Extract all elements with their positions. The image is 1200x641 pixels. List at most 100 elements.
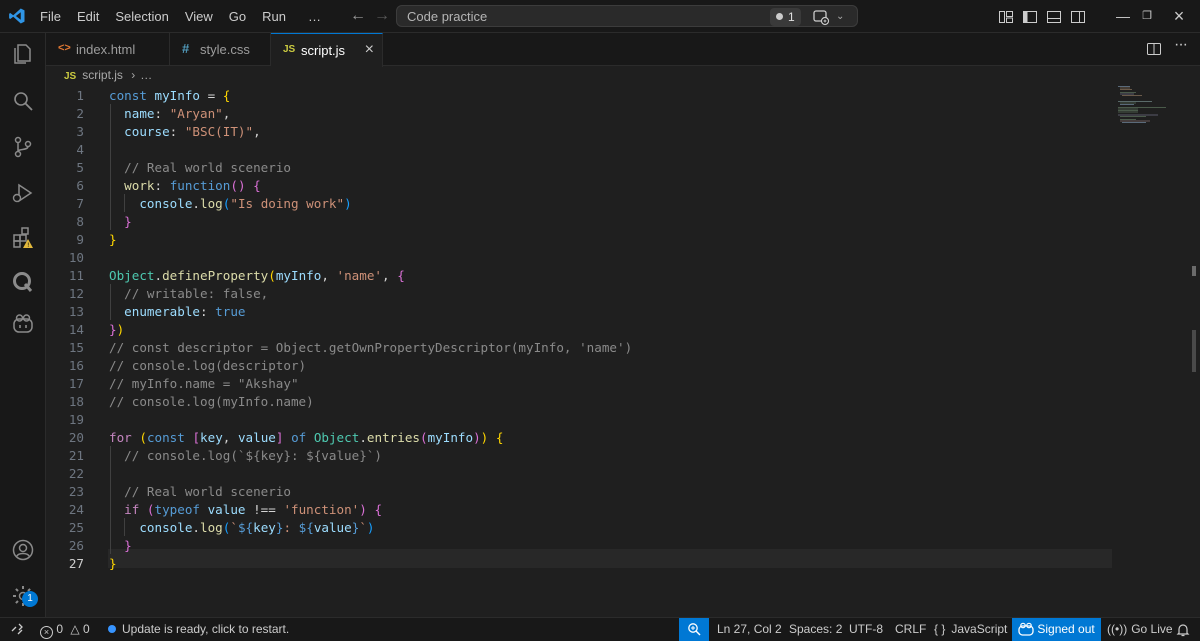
close-tab-icon[interactable]: × xyxy=(365,41,374,59)
command-center-badge[interactable]: 1 xyxy=(770,8,801,26)
zoom-indicator[interactable] xyxy=(679,618,709,641)
end-of-line[interactable]: CRLF xyxy=(895,618,926,641)
code-token: // console.log(myInfo.name) xyxy=(109,394,314,409)
account-icon[interactable] xyxy=(11,538,35,562)
menu-edit[interactable]: Edit xyxy=(69,0,107,33)
code-line[interactable]: 12 // writable: false, xyxy=(46,285,1146,303)
code-token: defineProperty xyxy=(162,268,269,283)
menu-run[interactable]: Run xyxy=(254,0,294,33)
js-file-icon: JS xyxy=(283,44,296,55)
indentation[interactable]: Spaces: 2 xyxy=(789,618,842,641)
code-line[interactable]: 15 // const descriptor = Object.getOwnPro… xyxy=(46,339,1146,357)
code-text: }) xyxy=(109,321,124,339)
menu-file[interactable]: File xyxy=(32,0,69,33)
code-line[interactable]: 9} xyxy=(46,231,1146,249)
code-line[interactable]: 10 xyxy=(46,249,1146,267)
back-arrow-icon[interactable]: ← xyxy=(348,6,368,26)
code-token: ) xyxy=(116,322,125,337)
problems-indicator[interactable]: × 0 △ 0 xyxy=(40,618,90,641)
minimap[interactable] xyxy=(1118,86,1168,126)
code-line[interactable]: 17 // myInfo.name = "Akshay" xyxy=(46,375,1146,393)
code-token: for xyxy=(109,430,140,445)
code-token: value xyxy=(237,430,276,445)
line-number: 21 xyxy=(68,448,84,463)
code-line[interactable]: 5 // Real world scenerio xyxy=(46,159,1146,177)
remote-icon[interactable] xyxy=(10,622,24,636)
code-token: // console.log(`${key}: ${value}`) xyxy=(124,448,382,463)
encoding[interactable]: UTF-8 xyxy=(849,618,883,641)
breadcrumb-more[interactable]: … xyxy=(140,68,152,82)
code-line[interactable]: 6 work: function() { xyxy=(46,177,1146,195)
code-line[interactable]: 24 if (typeof value !== 'function') { xyxy=(46,501,1146,519)
customize-layout-icon[interactable] xyxy=(998,9,1014,25)
extensions-icon[interactable]: ! xyxy=(11,226,35,250)
chevron-down-icon[interactable]: ⌄ xyxy=(836,8,850,26)
code-line[interactable]: 18 // console.log(myInfo.name) xyxy=(46,393,1146,411)
code-text: // Real world scenerio xyxy=(109,483,291,501)
code-line[interactable]: 20 for (const [key, value] of Object.entr… xyxy=(46,429,1146,447)
scrollbar-thumb[interactable] xyxy=(1192,330,1196,372)
close-window-icon[interactable]: × xyxy=(1156,0,1200,33)
code-line[interactable]: 21 // console.log(`${key}: ${value}`) xyxy=(46,447,1146,465)
toggle-panel-icon[interactable] xyxy=(1046,9,1062,25)
account-status[interactable]: Signed out xyxy=(1012,618,1101,641)
scrollbar-marker[interactable] xyxy=(1192,266,1196,276)
code-token: "BSC(IT)" xyxy=(184,124,254,139)
toggle-secondary-sidebar-icon[interactable] xyxy=(1070,9,1086,25)
forward-arrow-icon[interactable]: → xyxy=(372,6,392,26)
code-line[interactable]: 22 xyxy=(46,465,1146,483)
github-copilot-icon[interactable] xyxy=(11,312,35,336)
menu-view[interactable]: View xyxy=(177,0,221,33)
code-line[interactable]: 1 const myInfo = { xyxy=(46,87,1146,105)
code-line[interactable]: 23 // Real world scenerio xyxy=(46,483,1146,501)
code-line[interactable]: 25 console.log(`${key}: ${value}`) xyxy=(46,519,1146,537)
toggle-primary-sidebar-icon[interactable] xyxy=(1022,9,1038,25)
tab-index-html[interactable]: <> index.html xyxy=(46,33,170,66)
menu-go[interactable]: Go xyxy=(221,0,254,33)
cursor-position[interactable]: Ln 27, Col 2 xyxy=(717,618,782,641)
code-line[interactable]: 4 xyxy=(46,141,1146,159)
code-line[interactable]: 26 } xyxy=(46,537,1146,555)
quokka-icon[interactable] xyxy=(11,270,35,294)
code-text: } xyxy=(109,213,132,231)
split-editor-icon[interactable] xyxy=(1146,41,1162,57)
more-actions-icon[interactable]: ··· xyxy=(1174,36,1190,53)
run-debug-icon[interactable] xyxy=(11,181,35,205)
update-notification[interactable]: Update is ready, click to restart. xyxy=(108,618,289,641)
code-token: if xyxy=(124,502,147,517)
code-line[interactable]: 2 name: "Aryan", xyxy=(46,105,1146,123)
line-number: 4 xyxy=(76,142,84,157)
code-editor[interactable]: 1 const myInfo = {2 name: "Aryan", 3 cours… xyxy=(46,86,1200,617)
line-number: 6 xyxy=(76,178,84,193)
menu-selection[interactable]: Selection xyxy=(107,0,176,33)
explorer-icon[interactable] xyxy=(11,42,35,66)
code-line[interactable]: 3 course: "BSC(IT)", xyxy=(46,123,1146,141)
tab-style-css[interactable]: # style.css xyxy=(170,33,271,66)
go-live-button[interactable]: ((•)) Go Live xyxy=(1107,618,1173,641)
tab-script-js[interactable]: JS script.js × xyxy=(271,33,383,67)
line-number: 10 xyxy=(68,250,84,265)
code-line[interactable]: 7 console.log("Is doing work") xyxy=(46,195,1146,213)
code-token: ( xyxy=(268,268,276,283)
line-number: 7 xyxy=(76,196,84,211)
code-line[interactable]: 27} xyxy=(46,555,1146,573)
breadcrumb-file[interactable]: script.js xyxy=(82,68,123,82)
code-line[interactable]: 19 xyxy=(46,411,1146,429)
code-line[interactable]: 16 // console.log(descriptor) xyxy=(46,357,1146,375)
go-live-label: Go Live xyxy=(1131,622,1173,636)
code-line[interactable]: 13 enumerable: true xyxy=(46,303,1146,321)
code-line[interactable]: 14}) xyxy=(46,321,1146,339)
code-text: // Real world scenerio xyxy=(109,159,291,177)
source-control-icon[interactable] xyxy=(11,135,35,159)
line-number: 19 xyxy=(68,412,84,427)
search-icon[interactable] xyxy=(11,89,35,113)
code-line[interactable]: 11 Object.defineProperty(myInfo, 'name', … xyxy=(46,267,1146,285)
code-token: true xyxy=(215,304,246,319)
language-mode[interactable]: { } JavaScript xyxy=(934,618,1007,641)
notifications-bell-icon[interactable] xyxy=(1176,623,1190,637)
copilot-chat-icon[interactable] xyxy=(812,8,830,26)
menu-more[interactable]: … xyxy=(294,0,329,33)
code-line[interactable]: 8 } xyxy=(46,213,1146,231)
